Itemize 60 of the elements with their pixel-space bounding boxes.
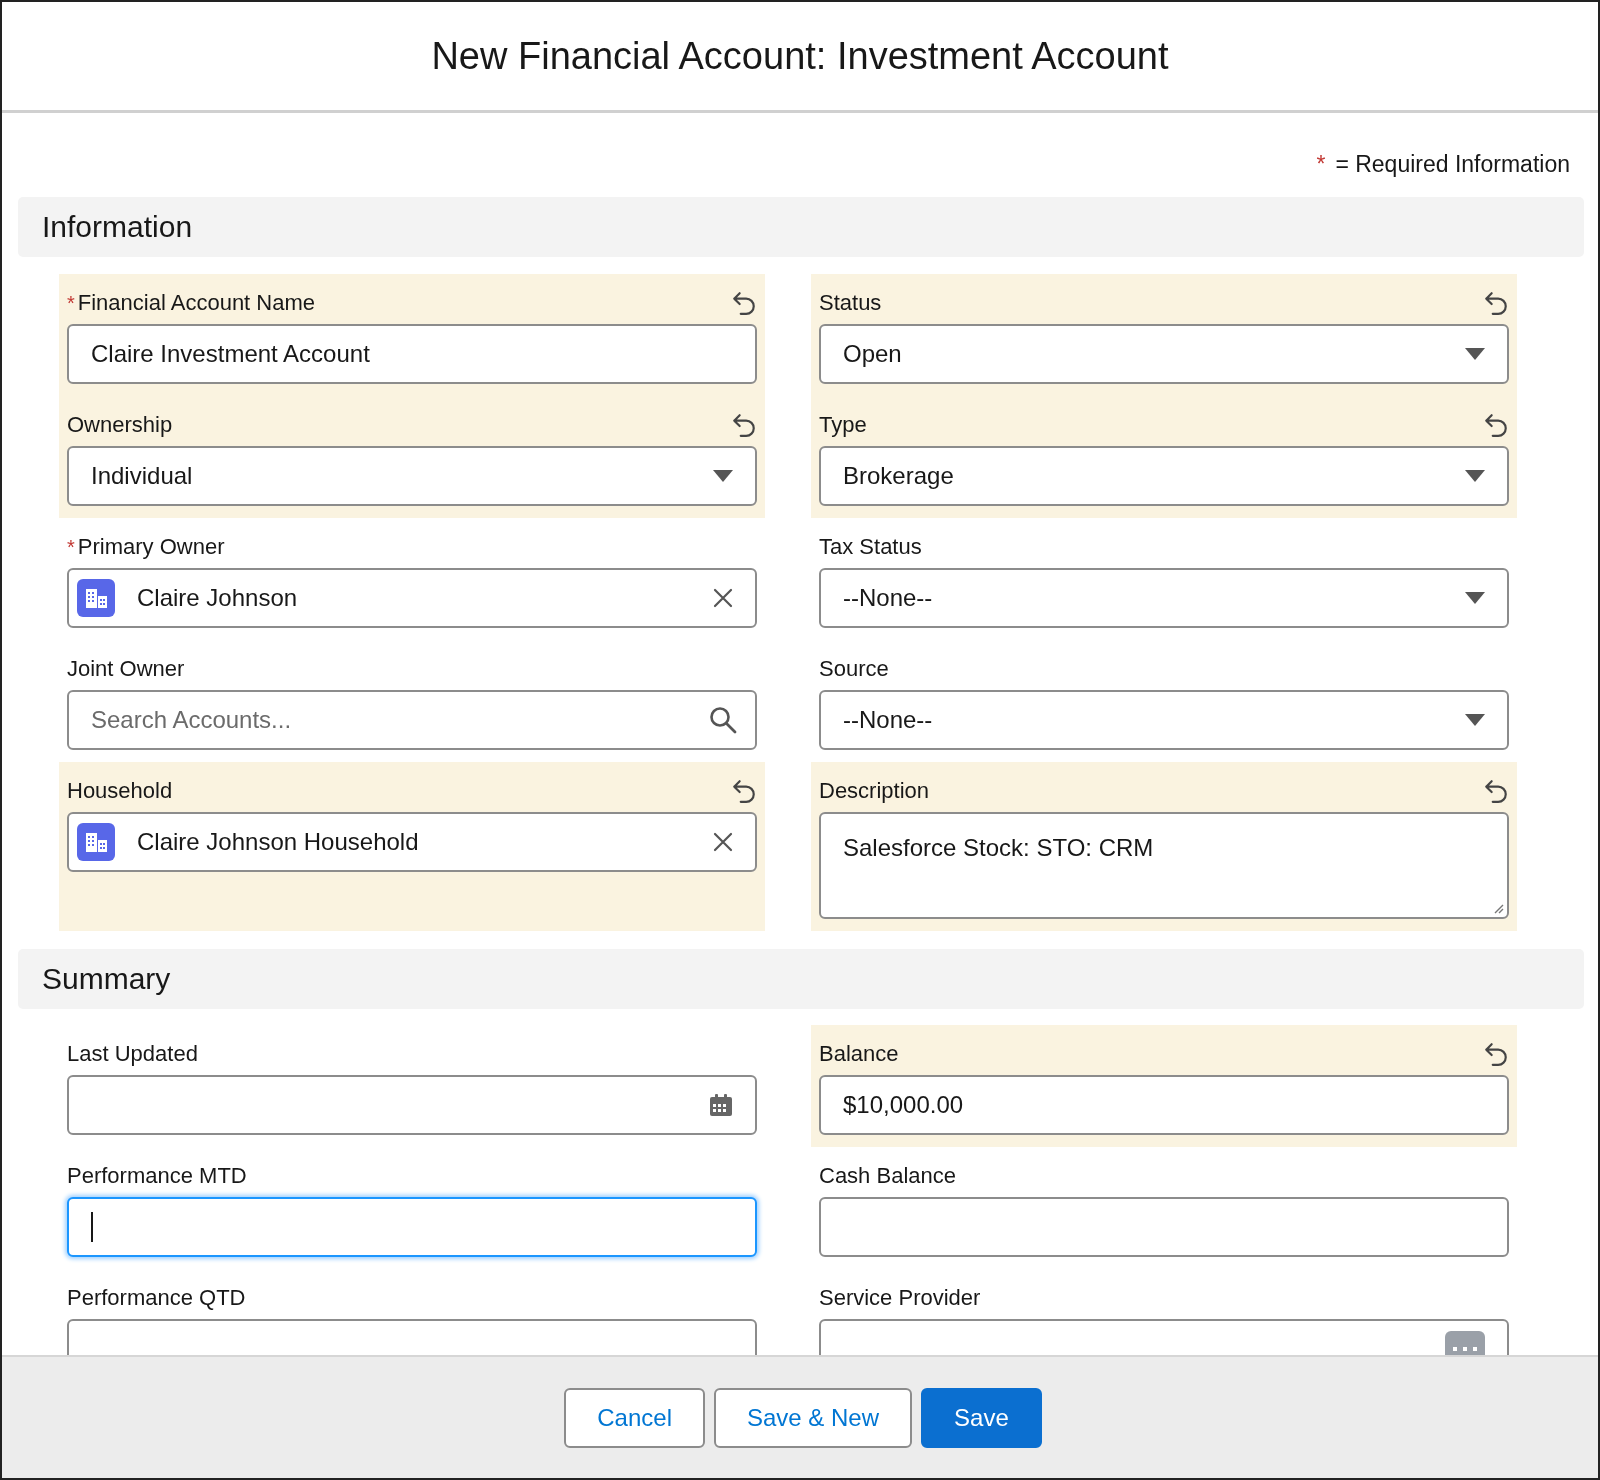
field-label: Performance MTD bbox=[67, 1163, 247, 1189]
picklist[interactable]: Open bbox=[819, 324, 1509, 384]
caret-icon bbox=[1465, 470, 1485, 482]
date-field[interactable] bbox=[67, 1075, 757, 1135]
field-label: Tax Status bbox=[819, 534, 922, 560]
field-label: Joint Owner bbox=[67, 656, 185, 682]
caret-icon bbox=[1465, 714, 1485, 726]
text-field[interactable] bbox=[819, 1197, 1509, 1257]
calendar-icon[interactable] bbox=[709, 1093, 733, 1117]
picklist[interactable]: Brokerage bbox=[819, 446, 1509, 506]
field-label: Household bbox=[67, 778, 173, 804]
field-label: Cash Balance bbox=[819, 1163, 956, 1189]
section-header: Summary bbox=[18, 949, 1584, 1009]
field-label: Description bbox=[819, 778, 930, 804]
picklist[interactable]: --None-- bbox=[819, 568, 1509, 628]
search-field[interactable]: Search Accounts... bbox=[67, 690, 757, 750]
modal-title: New Financial Account: Investment Account bbox=[431, 34, 1169, 78]
action-button[interactable]: Cancel bbox=[564, 1387, 705, 1448]
field-label: Type bbox=[819, 412, 867, 438]
undo-icon[interactable] bbox=[1483, 1041, 1509, 1067]
resize-handle-icon[interactable] bbox=[1492, 902, 1504, 914]
undo-icon[interactable] bbox=[1483, 290, 1509, 316]
field-label: Performance QTD bbox=[67, 1285, 246, 1311]
caret-icon bbox=[1465, 592, 1485, 604]
action-button[interactable]: Save & New bbox=[713, 1387, 913, 1448]
required-mark: * bbox=[67, 291, 75, 315]
required-mark: * bbox=[67, 535, 75, 559]
undo-icon[interactable] bbox=[731, 412, 757, 438]
caret-icon bbox=[713, 470, 733, 482]
field-label: Ownership bbox=[67, 412, 173, 438]
text-field[interactable]: Claire Investment Account bbox=[67, 324, 757, 384]
save-button[interactable]: Save bbox=[921, 1387, 1042, 1448]
undo-icon[interactable] bbox=[731, 290, 757, 316]
field-label: Service Provider bbox=[819, 1285, 981, 1311]
field-label: Source bbox=[819, 656, 889, 682]
field-label: Balance bbox=[819, 1041, 899, 1067]
close-icon[interactable] bbox=[713, 832, 733, 852]
text-field[interactable] bbox=[67, 1197, 757, 1257]
caret-icon bbox=[1465, 348, 1485, 360]
building-icon bbox=[77, 579, 115, 617]
required-mark: * bbox=[1316, 150, 1326, 179]
close-icon[interactable] bbox=[713, 588, 733, 608]
field-label: Status bbox=[819, 290, 882, 316]
lookup-field[interactable]: Claire Johnson bbox=[67, 568, 757, 628]
undo-icon[interactable] bbox=[1483, 412, 1509, 438]
text-field[interactable]: $10,000.00 bbox=[819, 1075, 1509, 1135]
undo-icon[interactable] bbox=[731, 778, 757, 804]
search-icon[interactable] bbox=[709, 706, 737, 734]
field-label: Financial Account Name bbox=[77, 290, 316, 316]
lookup-field[interactable]: Claire Johnson Household bbox=[67, 812, 757, 872]
picklist[interactable]: Individual bbox=[67, 446, 757, 506]
section-header: Information bbox=[18, 197, 1584, 257]
field-label: Last Updated bbox=[67, 1041, 198, 1067]
text-cursor bbox=[91, 1212, 93, 1242]
picklist[interactable]: --None-- bbox=[819, 690, 1509, 750]
text-area[interactable]: Salesforce Stock: STO: CRM bbox=[819, 812, 1509, 919]
building-icon bbox=[77, 823, 115, 861]
required-legend: = Required Information bbox=[1335, 149, 1570, 179]
field-label: Primary Owner bbox=[77, 534, 225, 560]
undo-icon[interactable] bbox=[1483, 778, 1509, 804]
